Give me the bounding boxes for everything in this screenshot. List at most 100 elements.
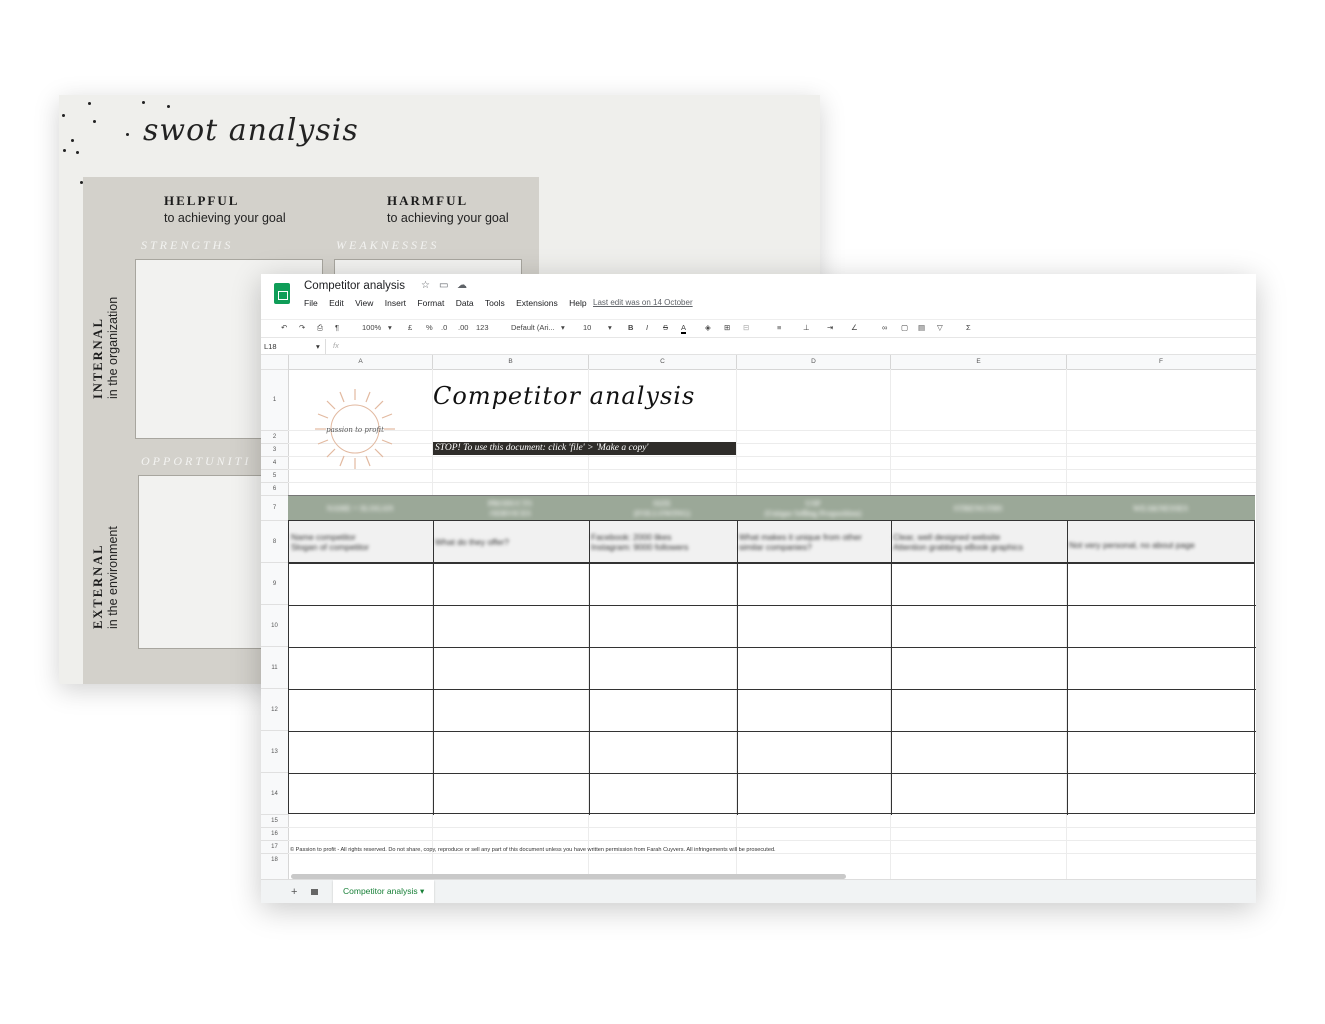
table-border [589, 521, 590, 815]
title-bar: Competitor analysis ☆ ▭ ☁ File Edit View… [261, 274, 1256, 312]
text-wrap-icon[interactable]: ⇥ [827, 323, 833, 332]
menu-insert[interactable]: Insert [385, 298, 406, 308]
row-header[interactable]: 13 [261, 730, 288, 772]
row-header[interactable]: 9 [261, 562, 288, 604]
star-icon[interactable]: ☆ [421, 280, 430, 291]
decor-dot [76, 151, 79, 154]
column-header-d[interactable]: D [736, 355, 890, 369]
decrease-decimal-button[interactable]: .0 [441, 323, 447, 332]
decor-dot [88, 102, 91, 105]
merge-cells-icon[interactable]: ⊟ [743, 323, 749, 332]
formula-bar: L18 ▾ fx [261, 339, 1256, 355]
gridline [288, 853, 1256, 854]
gridline [288, 430, 1256, 431]
select-all-corner[interactable] [261, 355, 288, 369]
vertical-align-icon[interactable]: ⊥ [803, 323, 810, 332]
row-header[interactable]: 12 [261, 688, 288, 730]
percent-button[interactable]: % [426, 323, 433, 332]
insert-link-icon[interactable]: ∞ [882, 323, 887, 332]
gridline [288, 469, 1256, 470]
bold-button[interactable]: B [628, 323, 633, 332]
gridline [288, 456, 1256, 457]
decor-dot [71, 139, 74, 142]
increase-decimal-button[interactable]: .00 [458, 323, 468, 332]
menu-view[interactable]: View [355, 298, 373, 308]
menu-extensions[interactable]: Extensions [516, 298, 558, 308]
horizontal-align-icon[interactable]: ≡ [777, 323, 781, 332]
cloud-status-icon[interactable]: ☁ [457, 280, 467, 291]
last-edit-link[interactable]: Last edit was on 14 October [593, 298, 693, 307]
row-header[interactable]: 1 [261, 369, 288, 430]
row-header[interactable]: 6 [261, 482, 288, 495]
column-header-a[interactable]: A [288, 355, 432, 369]
header-line: SIZE [652, 499, 672, 508]
font-size-select[interactable]: 10 [583, 323, 591, 332]
column-header-c[interactable]: C [588, 355, 736, 369]
sheet-tab-label: Competitor analysis [343, 886, 418, 896]
cell-reference[interactable]: L18 [264, 342, 277, 351]
filter-icon[interactable]: ▽ [937, 323, 943, 332]
row-header[interactable]: 10 [261, 604, 288, 646]
external-sub: in the environment [106, 526, 120, 629]
column-header-b[interactable]: B [432, 355, 588, 369]
strikethrough-button[interactable]: S [663, 323, 668, 332]
row-header[interactable]: 11 [261, 646, 288, 688]
insert-comment-icon[interactable]: ▢ [901, 323, 908, 332]
row-header[interactable]: 8 [261, 520, 288, 562]
row-header[interactable]: 7 [261, 495, 288, 520]
header-line: PRODUCTS [487, 499, 532, 508]
column-header-e[interactable]: E [890, 355, 1066, 369]
text-rotation-icon[interactable]: ∠ [851, 323, 858, 332]
logo-text: passion to profit [326, 426, 384, 434]
borders-icon[interactable]: ⊞ [724, 323, 730, 332]
row-header[interactable]: 5 [261, 469, 288, 482]
currency-button[interactable]: £ [408, 323, 412, 332]
column-header-f[interactable]: F [1066, 355, 1255, 369]
font-size-chevron-down-icon: ▾ [608, 323, 612, 332]
menu-edit[interactable]: Edit [329, 298, 344, 308]
row-header[interactable]: 4 [261, 456, 288, 469]
font-select[interactable]: Default (Ari... [511, 323, 555, 332]
functions-button[interactable]: Σ [966, 323, 971, 332]
more-formats-button[interactable]: 123 [476, 323, 489, 332]
document-title[interactable]: Competitor analysis [304, 280, 405, 292]
decor-dot [63, 149, 66, 152]
table-border [433, 521, 434, 815]
header-line: STRENGTHS [953, 504, 1003, 513]
row-header[interactable]: 2 [261, 430, 288, 443]
row-header[interactable]: 16 [261, 827, 288, 840]
row-header[interactable]: 15 [261, 814, 288, 827]
sheet-tab-bar: + Competitor analysis ▾ [261, 879, 1256, 903]
decor-dot [142, 101, 145, 104]
text-color-button[interactable]: A [681, 323, 687, 334]
header-line: NAME + SLOGAN [326, 504, 394, 513]
table-header-row: NAME + SLOGAN PRODUCTS/SERVICES SIZE (FOL… [288, 495, 1255, 522]
header-line: WEAKNESSES [1132, 504, 1189, 513]
print-icon[interactable]: ⎙ [317, 323, 323, 333]
header-strengths: STRENGTHS [890, 496, 1066, 521]
formula-input[interactable] [351, 339, 1251, 354]
sheets-logo-icon[interactable] [274, 283, 290, 304]
menu-file[interactable]: File [304, 298, 318, 308]
zoom-select[interactable]: 100% [362, 323, 381, 332]
sheet-tab-competitor-analysis[interactable]: Competitor analysis ▾ [333, 880, 435, 903]
add-sheet-icon[interactable]: + [291, 886, 297, 898]
menu-data[interactable]: Data [456, 298, 474, 308]
move-folder-icon[interactable]: ▭ [439, 280, 448, 291]
font-chevron-down-icon: ▾ [561, 323, 565, 332]
all-sheets-icon[interactable] [311, 889, 318, 895]
undo-icon[interactable]: ↶ [281, 323, 287, 332]
row-header[interactable]: 3 [261, 443, 288, 456]
menu-tools[interactable]: Tools [485, 298, 505, 308]
harmful-heading: HARMFUL [387, 193, 469, 208]
row-header[interactable]: 17 [261, 840, 288, 853]
italic-button[interactable]: I [646, 323, 648, 332]
fill-color-icon[interactable]: ◈ [705, 323, 711, 332]
menu-format[interactable]: Format [417, 298, 444, 308]
row-header[interactable]: 18 [261, 853, 288, 866]
paint-format-icon[interactable]: ¶ [335, 323, 339, 332]
redo-icon[interactable]: ↷ [299, 323, 305, 332]
insert-chart-icon[interactable]: ▤ [918, 323, 925, 332]
menu-help[interactable]: Help [569, 298, 586, 308]
row-header[interactable]: 14 [261, 772, 288, 814]
